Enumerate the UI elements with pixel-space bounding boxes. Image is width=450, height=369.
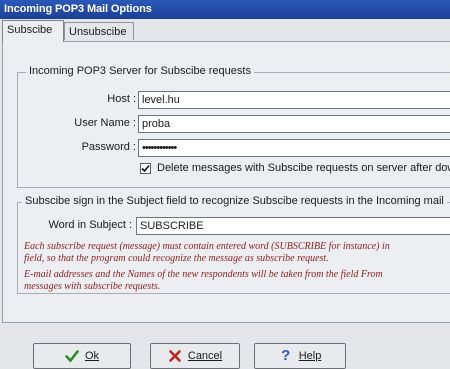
tab-unsubscribe[interactable]: Unsubscibe bbox=[64, 22, 134, 40]
title-bar: Incoming POP3 Mail Options bbox=[0, 0, 450, 19]
ok-button[interactable]: Ok bbox=[33, 343, 131, 369]
subject-note-line-1: Each subscribe request (message) must co… bbox=[24, 241, 390, 252]
tab-subscribe[interactable]: Subscibe bbox=[2, 20, 64, 42]
cancel-button[interactable]: Cancel bbox=[150, 343, 240, 369]
cancel-label: Cancel bbox=[187, 350, 223, 362]
checkmark-icon bbox=[65, 350, 79, 363]
word-in-subject-field[interactable]: SUBSCRIBE bbox=[136, 217, 450, 235]
server-group-legend: Incoming POP3 Server for Subscibe reques… bbox=[26, 65, 254, 77]
server-group: Incoming POP3 Server for Subscibe reques… bbox=[17, 65, 450, 188]
tab-subscribe-label: Subscibe bbox=[7, 24, 53, 36]
checkmark-icon bbox=[141, 164, 150, 173]
tab-unsubscribe-label: Unsubscibe bbox=[69, 26, 127, 38]
help-label: Help bbox=[298, 350, 322, 362]
window-title: Incoming POP3 Mail Options bbox=[4, 3, 152, 15]
subject-group: Subscibe sign in the Subject field to re… bbox=[17, 195, 450, 294]
password-label: Password : bbox=[81, 141, 136, 153]
tab-panel: Incoming POP3 Server for Subscibe reques… bbox=[2, 41, 450, 323]
ok-label: Ok bbox=[84, 350, 100, 362]
username-label: User Name : bbox=[74, 117, 136, 129]
word-in-subject-label: Word in Subject : bbox=[48, 219, 132, 231]
delete-messages-label: Delete messages with Subscibe requests o… bbox=[157, 162, 450, 174]
subject-note-line-2: field, so that the program could recogni… bbox=[24, 253, 329, 264]
tab-strip: Subscibe Unsubscibe bbox=[0, 20, 450, 42]
username-field[interactable]: proba bbox=[138, 115, 450, 133]
sender-note-line-2: messages with subscribe requests. bbox=[24, 281, 161, 292]
question-mark-icon: ? bbox=[281, 347, 291, 364]
password-field[interactable]: •••••••••••• bbox=[138, 139, 450, 157]
help-button[interactable]: ? Help bbox=[254, 343, 346, 369]
subject-group-legend: Subscibe sign in the Subject field to re… bbox=[22, 195, 447, 207]
host-field[interactable]: level.hu bbox=[138, 91, 450, 109]
sender-note-line-1: E-mail addresses and the Names of the ne… bbox=[24, 269, 383, 280]
host-label: Host : bbox=[107, 93, 136, 105]
delete-messages-checkbox[interactable] bbox=[140, 163, 151, 174]
close-icon bbox=[169, 350, 181, 362]
